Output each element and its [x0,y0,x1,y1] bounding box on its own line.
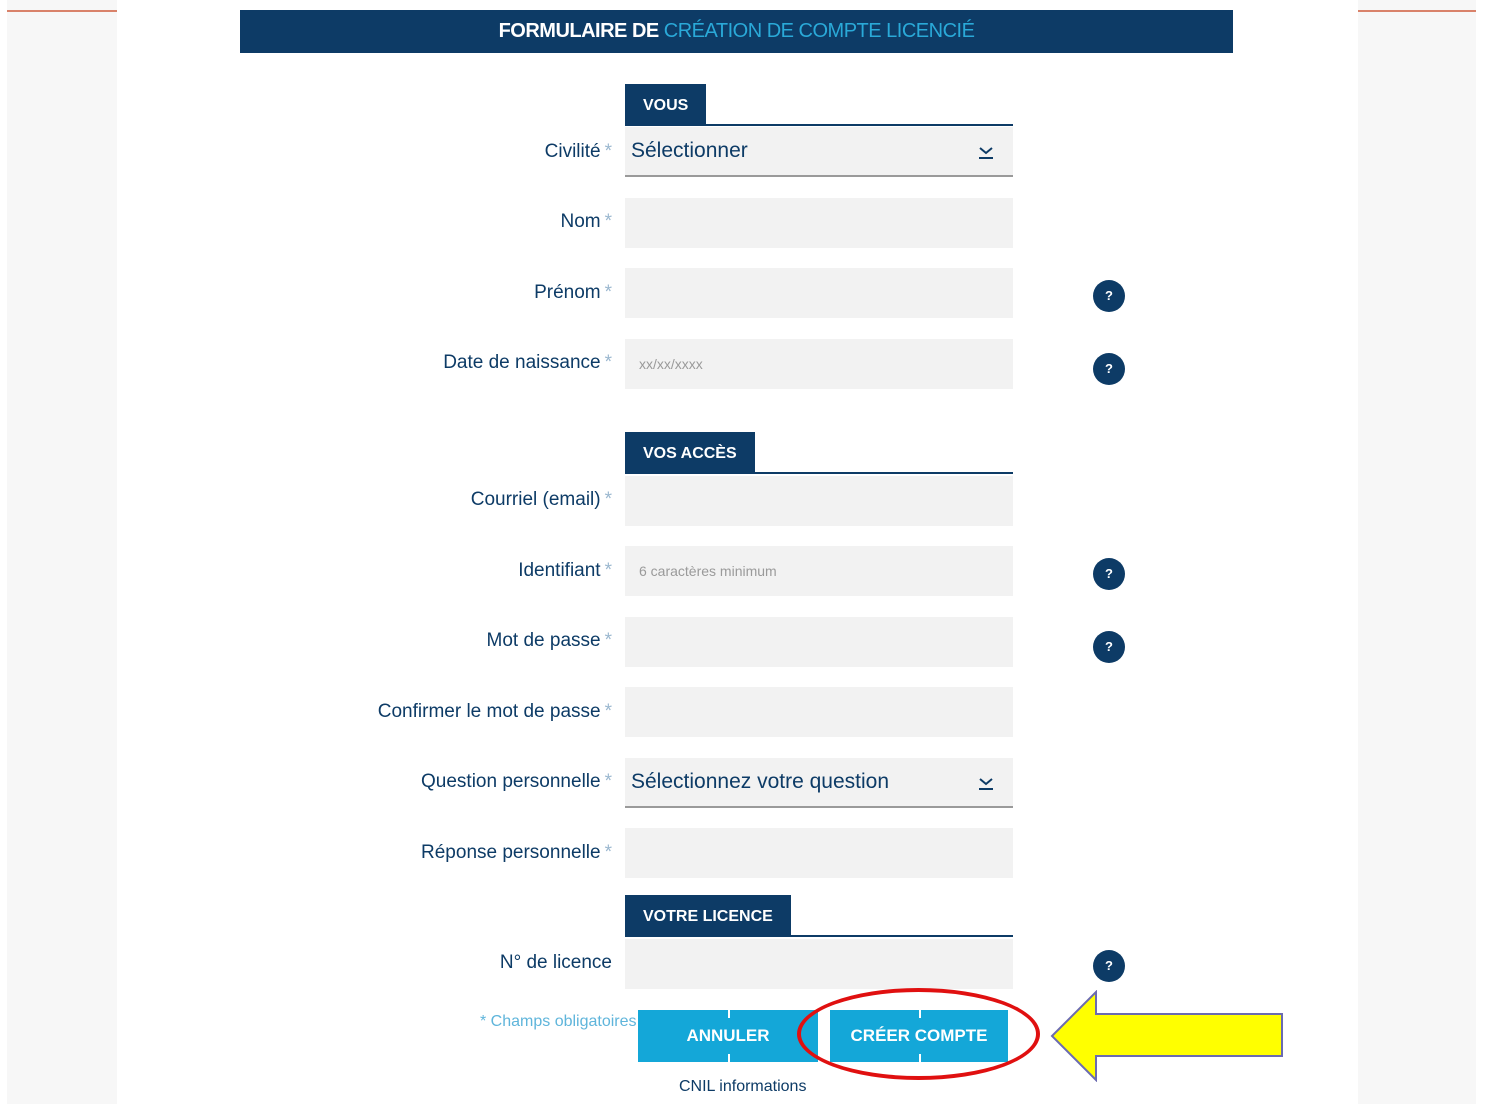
section-line-acces [625,472,1013,474]
cancel-button-label: ANNULER [686,1026,770,1045]
required-marker: * [604,771,612,792]
right-side-panel [1358,0,1476,1104]
annotation-yellow-arrow-icon [1050,990,1283,1082]
motdepasse-label: Mot de passe * [487,630,612,652]
confirm-password-input[interactable] [625,687,1013,737]
identifiant-label-text: Identifiant [518,560,601,581]
nom-input[interactable] [625,198,1013,248]
mandatory-fields-note: * Champs obligatoires [480,1013,637,1030]
required-marker: * [604,489,612,510]
required-marker: * [604,352,612,373]
password-input[interactable] [625,617,1013,667]
chevron-down-icon [975,771,997,793]
nom-label-text: Nom [560,211,601,232]
right-accent-line [1358,10,1476,12]
licence-label: N° de licence [500,952,612,974]
required-marker: * [604,282,612,303]
confirmer-label-text: Confirmer le mot de passe [377,701,601,722]
civilite-label: Civilité * [545,141,612,163]
username-input[interactable] [625,546,1013,596]
password-help-icon[interactable]: ? [1093,631,1125,663]
required-marker: * [604,560,612,581]
section-tab-vous: VOUS [625,84,707,125]
form-header: FORMULAIRE DE CRÉATION DE COMPTE LICENCI… [240,10,1233,53]
cancel-button[interactable]: ANNULER [638,1010,818,1062]
question-label: Question personnelle * [421,771,612,793]
required-marker: * [604,630,612,651]
prenom-input[interactable] [625,268,1013,318]
question-label-text: Question personnelle [421,771,601,792]
reponse-label: Réponse personnelle * [421,842,612,864]
reponse-label-text: Réponse personnelle [421,842,601,863]
naissance-label-text: Date de naissance [443,352,601,373]
required-marker: * [604,701,612,722]
civilite-select-value: Sélectionner [631,139,748,162]
section-tab-acces: VOS ACCÈS [625,432,755,473]
email-input[interactable] [625,476,1013,526]
birthdate-input[interactable] [625,339,1013,389]
required-marker: * [604,842,612,863]
prenom-label-text: Prénom [534,282,601,303]
answer-input[interactable] [625,828,1013,878]
button-tick-bottom [728,1054,730,1062]
nom-label: Nom * [560,211,612,233]
licence-number-input[interactable] [625,939,1013,989]
chevron-down-icon [975,140,997,162]
question-select[interactable]: Sélectionnez votre question [625,758,1013,808]
left-side-panel [7,0,117,1104]
courriel-label: Courriel (email) * [471,489,612,511]
required-marker: * [604,211,612,232]
naissance-label: Date de naissance * [443,352,612,374]
motdepasse-label-text: Mot de passe [486,630,601,651]
licence-help-icon[interactable]: ? [1093,950,1125,982]
prenom-help-icon[interactable]: ? [1093,280,1125,312]
left-accent-line [7,10,117,12]
section-line-licence [625,935,1013,937]
required-marker: * [604,141,612,162]
header-title-prefix: FORMULAIRE DE [498,20,660,42]
birthdate-help-icon[interactable]: ? [1093,353,1125,385]
username-help-icon[interactable]: ? [1093,558,1125,590]
annotation-red-circle [797,988,1040,1080]
section-line-vous [625,124,1013,126]
identifiant-label: Identifiant * [518,560,612,582]
civilite-select[interactable]: Sélectionner [625,127,1013,177]
civilite-label-text: Civilité [544,141,601,162]
question-select-value: Sélectionnez votre question [631,770,889,793]
cnil-info-link[interactable]: CNIL informations [679,1078,806,1096]
licence-label-text: N° de licence [499,952,612,973]
section-tab-licence: VOTRE LICENCE [625,895,791,936]
header-title-highlight: CRÉATION DE COMPTE LICENCIÉ [663,20,975,42]
prenom-label: Prénom * [534,282,612,304]
courriel-label-text: Courriel (email) [470,489,601,510]
confirmer-label: Confirmer le mot de passe * [378,701,612,723]
button-tick-top [728,1010,730,1018]
